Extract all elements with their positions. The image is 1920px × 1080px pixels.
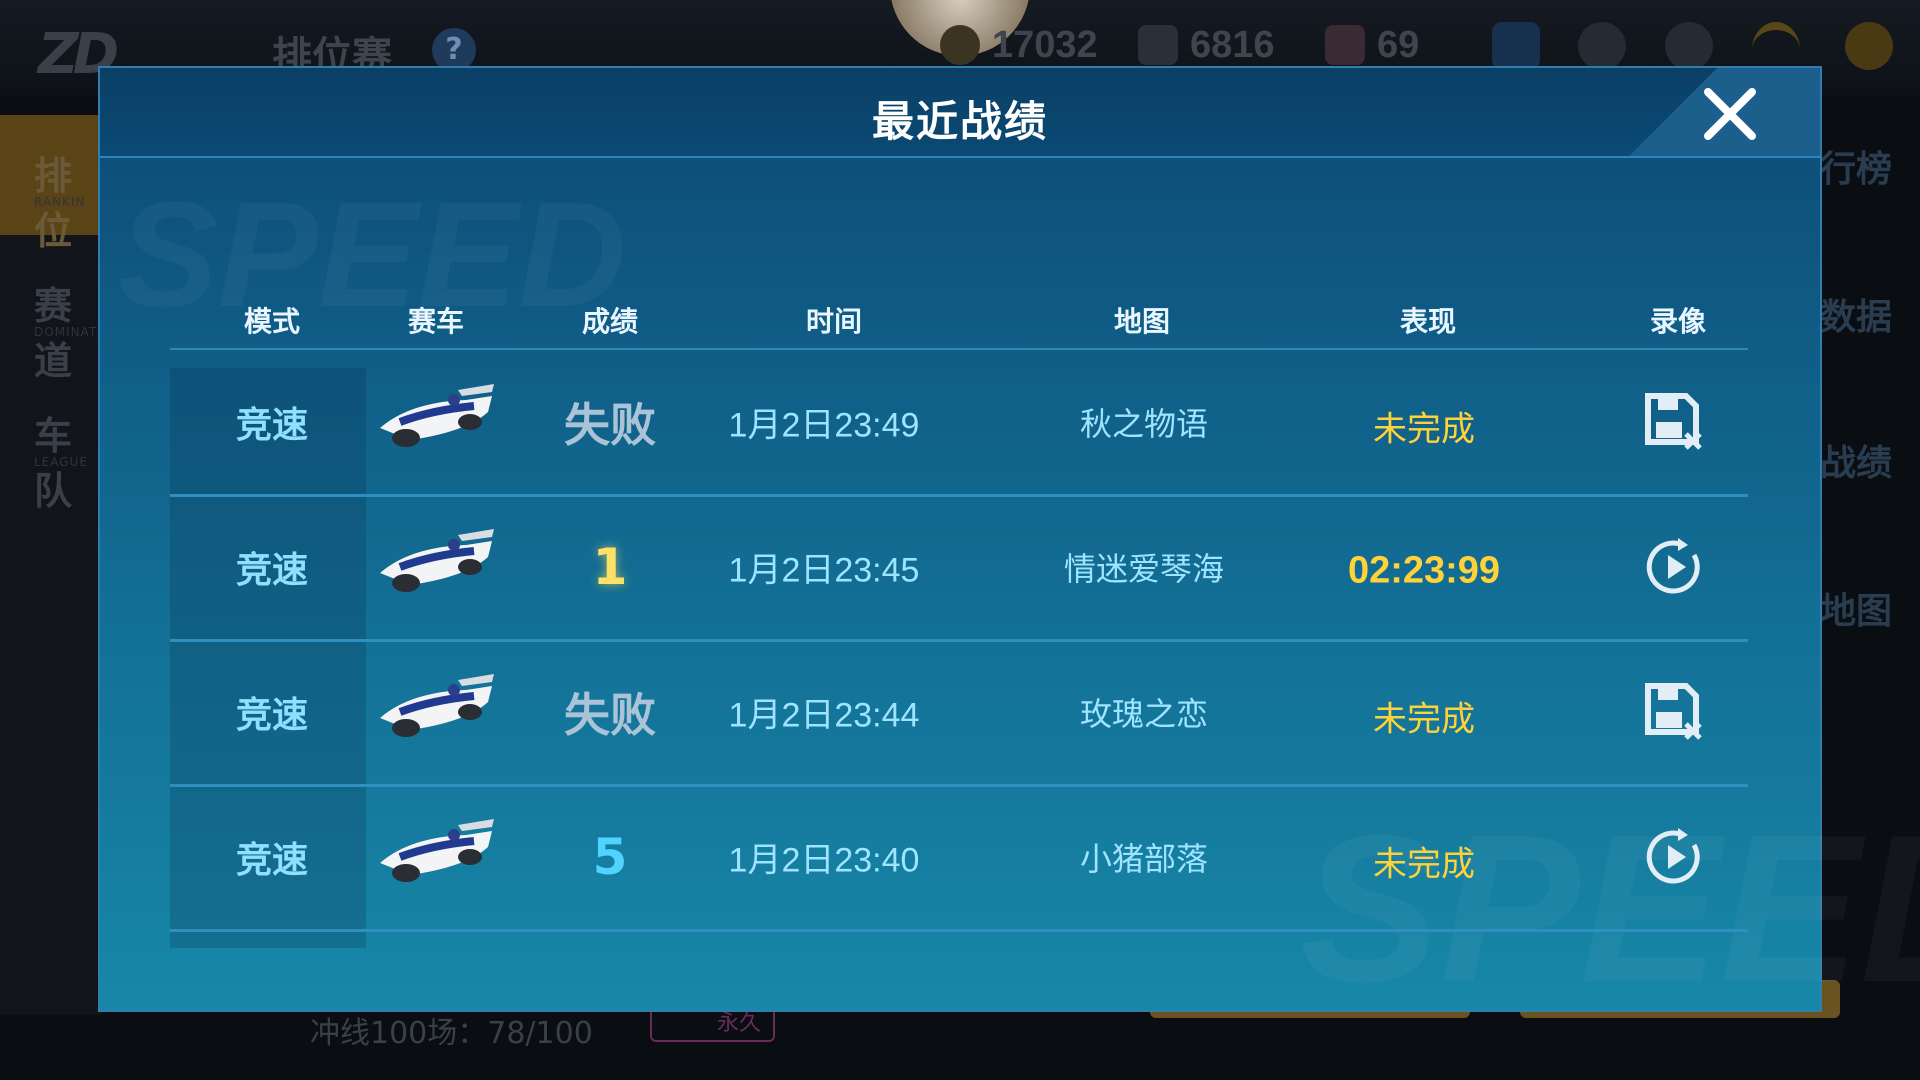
close-icon — [1704, 88, 1756, 140]
table-row[interactable]: 竞速 失败 1月2日23:44 玫瑰之恋 未完成 — [170, 640, 1748, 787]
friends-icon[interactable] — [1578, 22, 1626, 70]
race-car-image — [380, 819, 494, 882]
race-car-image — [380, 674, 494, 737]
diamond-icon — [1138, 25, 1178, 65]
diamond-value: 6816 — [1190, 23, 1275, 66]
nav-item-ranking[interactable]: 排位 RANKIN — [0, 115, 102, 253]
add-icon[interactable] — [1492, 22, 1540, 70]
coin-value: 17032 — [992, 23, 1098, 66]
coin-icon — [940, 25, 980, 65]
table-row[interactable]: 竞速 5 1月2日23:40 小猪部落 未完成 — [170, 785, 1748, 932]
column-header-performance: 表现 — [1399, 305, 1457, 338]
column-header-replay: 录像 — [1649, 305, 1707, 338]
map-cell: 秋之物语 — [1079, 405, 1209, 443]
right-item-records[interactable]: 战绩 — [1820, 434, 1892, 486]
map-cell: 情迷爱琴海 — [1063, 550, 1225, 588]
nav-item-track[interactable]: 赛道 DOMINAT — [0, 245, 102, 383]
table-row[interactable]: 竞速 失败 1月2日23:49 秋之物语 未完成 — [170, 350, 1748, 497]
table-row[interactable]: 竞速 1 1月2日23:45 情迷爱琴海 02:23:99 — [170, 495, 1748, 642]
map-cell: 小猪部落 — [1079, 840, 1209, 878]
side-nav: 排位 RANKIN 赛道 DOMINAT 车队 LEAGUE — [0, 115, 102, 1015]
nav-item-sub: DOMINAT — [34, 325, 98, 339]
right-item-leaderboard[interactable]: 行榜 — [1820, 140, 1892, 192]
result-cell: 5 — [592, 828, 628, 886]
performance-cell: 未完成 — [1373, 699, 1475, 740]
time-cell: 1月2日23:45 — [728, 551, 920, 590]
mode-cell: 竞速 — [235, 405, 309, 446]
column-header-car: 赛车 — [407, 305, 465, 338]
result-cell: 1 — [592, 538, 628, 596]
nav-item-team[interactable]: 车队 LEAGUE — [0, 375, 102, 513]
mode-cell: 竞速 — [235, 840, 309, 881]
replay-play-icon[interactable] — [1642, 535, 1706, 599]
time-cell: 1月2日23:49 — [728, 406, 920, 445]
help-icon[interactable]: ? — [432, 28, 476, 72]
performance-cell: 未完成 — [1373, 844, 1475, 885]
result-cell: 失败 — [564, 398, 656, 452]
right-item-maps[interactable]: 地图 — [1820, 582, 1892, 634]
close-button[interactable] — [1698, 82, 1762, 146]
coin-counter: 17032 — [940, 20, 1098, 70]
mode-cell: 竞速 — [235, 695, 309, 736]
nav-item-sub: LEAGUE — [34, 455, 88, 469]
column-header-map: 地图 — [1113, 305, 1171, 338]
performance-cell: 02:23:99 — [1347, 549, 1501, 592]
permanent-badge: 永久 — [650, 1006, 775, 1042]
race-car-image — [380, 384, 494, 447]
mode-cell: 竞速 — [235, 550, 309, 591]
replay-play-icon[interactable] — [1642, 825, 1706, 889]
performance-cell: 未完成 — [1373, 409, 1475, 450]
progress-text: 冲线100场：78/100 — [310, 1016, 593, 1051]
music-icon[interactable] — [1845, 22, 1893, 70]
gem-counter: 69 — [1325, 20, 1419, 70]
time-cell: 1月2日23:40 — [728, 841, 920, 880]
diamond-counter: 6816 — [1138, 20, 1275, 70]
gem-value: 69 — [1377, 23, 1420, 66]
replay-unavailable-icon[interactable] — [1642, 680, 1706, 744]
dialog-header: 最近战绩 — [100, 68, 1820, 158]
result-cell: 失败 — [564, 688, 656, 742]
right-item-stats[interactable]: 数据 — [1820, 288, 1892, 340]
recent-records-dialog: SPEED SPEED 最近战绩 模式 赛车 成绩 时间 地图 表现 录像 竞速… — [100, 68, 1920, 1026]
settings-gear-icon[interactable] — [1665, 22, 1713, 70]
time-cell: 1月2日23:44 — [728, 696, 920, 735]
game-logo: ZD — [38, 22, 119, 87]
gem-icon — [1325, 25, 1365, 65]
replay-unavailable-icon[interactable] — [1642, 390, 1706, 454]
dialog-title: 最近战绩 — [871, 97, 1048, 146]
column-header-mode: 模式 — [243, 305, 301, 338]
map-cell: 玫瑰之恋 — [1079, 695, 1209, 733]
table-header: 模式 赛车 成绩 时间 地图 表现 录像 — [170, 228, 1748, 350]
race-car-image — [380, 529, 494, 592]
nav-item-sub: RANKIN — [34, 195, 86, 209]
column-header-time: 时间 — [805, 305, 863, 338]
column-header-result: 成绩 — [581, 305, 639, 338]
